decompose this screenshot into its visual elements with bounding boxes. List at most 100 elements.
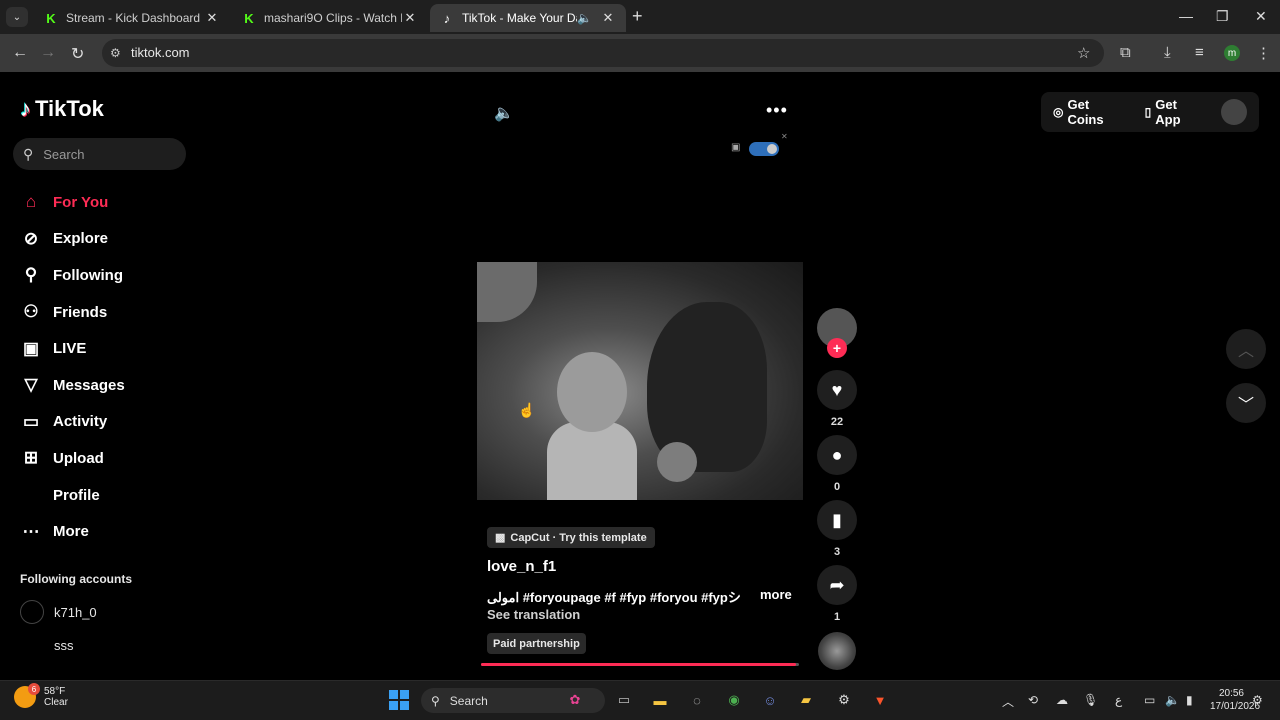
browser-menu-icon[interactable]: ⋮ [1256,44,1271,62]
search-box[interactable]: ⚲ [13,138,186,170]
browser-tab-tiktok[interactable]: ♪ TikTok - Make Your Day 🔈 ✕ [430,4,626,32]
address-url[interactable]: tiktok.com [131,45,190,60]
nav-explore[interactable]: ⊘ Explore [20,221,125,258]
more-dots-icon: ⋯ [22,521,40,541]
tulip-widget-icon[interactable]: ✿ [564,689,586,711]
tiktok-logo[interactable]: ♪ TikTok [20,96,104,122]
music-disc[interactable] [818,632,856,670]
nav-more[interactable]: ⋯ More [20,513,125,550]
reload-icon[interactable]: ↻ [71,44,84,64]
sidebar-nav: ⌂ For You ⊘ Explore ⚲ Following ⚇ Friend… [20,184,125,550]
clock-date: 17/01/2026 [1210,701,1261,712]
discord-icon[interactable]: ☺ [759,689,781,711]
user-avatar[interactable] [1221,99,1247,125]
volume-tray-icon[interactable]: 🔈 [1165,693,1180,707]
tray-chevron-up-icon[interactable]: ︿ [1002,693,1014,710]
taskbar-search-label: Search [449,693,488,708]
system-clock[interactable]: 20:56 17/01/2026 [1210,687,1261,713]
nav-live[interactable]: ▣ LIVE [20,330,125,367]
video-player[interactable] [477,262,803,500]
search-icon: ⚲ [431,693,440,708]
file-explorer-icon[interactable]: ▬ [649,689,671,711]
close-tab-icon[interactable]: ✕ [402,10,418,26]
capcut-template-chip[interactable]: ▩ CapCut · Try this template [487,527,655,548]
chrome-icon[interactable]: ◉ [723,689,745,711]
browser-tab-kick-dashboard[interactable]: K Stream - Kick Dashboard ✕ [34,4,230,32]
nav-profile[interactable]: Profile [20,477,125,514]
microphone-icon[interactable]: 🎙 [1083,693,1098,707]
compass-icon: ⊘ [23,228,39,248]
video-progress-bar[interactable] [481,663,799,666]
close-window-icon[interactable]: ✕ [1255,8,1267,25]
site-info-icon[interactable]: ⚙ [110,46,121,60]
download-icon[interactable]: ⤓ [1164,44,1171,61]
share-button[interactable]: ➦ [817,565,857,605]
browser-tab-clips[interactable]: K mashari9O Clips - Watch Live o ✕ [232,4,428,32]
search-input[interactable] [43,146,174,162]
tab-search-button[interactable]: ⌄ [6,7,28,27]
save-button[interactable]: ▮ [817,500,857,540]
media-control-icon[interactable]: ≡ [1195,44,1204,61]
task-view-icon[interactable]: ▭ [613,689,635,711]
comment-button[interactable]: ● [817,435,857,475]
cloud-off-icon[interactable]: ☁ [1056,693,1068,707]
start-button[interactable] [389,690,409,710]
bookmark-star-icon[interactable]: ☆ [1077,44,1090,62]
folder-app-icon[interactable]: ▰ [795,689,817,711]
get-app-label: Get App [1155,97,1181,127]
language-indicator[interactable]: ع [1115,693,1122,707]
minimize-icon[interactable]: — [1179,8,1193,24]
more-link[interactable]: more [760,587,792,602]
recorder-icon[interactable]: ◌ [686,689,708,711]
kick-icon: K [244,10,254,26]
live-tv-icon: ▣ [22,338,40,358]
sync-icon[interactable]: ⟲ [1028,693,1038,707]
nav-friends[interactable]: ⚇ Friends [20,294,125,331]
get-app-button[interactable]: ▯ Get App [1145,97,1205,127]
account-name: k71h_0 [54,604,97,620]
weather-widget[interactable]: 6 58°F Clear [14,683,68,708]
get-coins-button[interactable]: ◎ Get Coins [1053,97,1129,127]
volume-icon[interactable]: 🔈 [494,103,514,123]
following-account-item[interactable]: sss [54,638,74,653]
more-options-icon[interactable]: ••• [766,100,788,121]
phone-icon: ▯ [1144,105,1152,119]
post-author[interactable]: love_n_f1 [487,558,556,575]
next-video-button[interactable]: ﹀ [1226,383,1266,423]
new-tab-button[interactable]: + [632,6,643,27]
nav-upload[interactable]: ⊞ Upload [20,440,125,477]
forward-arrow-icon[interactable]: → [40,44,56,62]
network-icon[interactable]: ▭ [1144,693,1155,707]
address-bar[interactable] [102,39,1104,67]
nav-messages[interactable]: ▽ Messages [20,367,124,404]
notification-bell-icon[interactable]: ⚙ [1252,693,1263,707]
previous-video-button[interactable]: ︿ [1226,329,1266,369]
speaker-icon[interactable]: 🔈 [577,11,592,25]
nav-following[interactable]: ⚲ Following [20,257,125,294]
brave-icon[interactable]: ▼ [869,689,891,711]
tiktok-note-icon: ♪ [20,96,31,121]
back-arrow-icon[interactable]: ← [12,44,28,62]
toggle-switch[interactable] [749,142,779,156]
settings-gear-icon[interactable]: ⚙ [833,689,855,711]
battery-icon[interactable]: ▮ [1186,693,1193,707]
following-account-item[interactable]: k71h_0 [20,600,97,624]
like-button[interactable]: ♥ [817,370,857,410]
close-tab-icon[interactable]: ✕ [204,10,220,26]
extensions-icon[interactable]: ⧉ [1120,44,1131,61]
nav-for-you[interactable]: ⌂ For You [20,184,125,221]
browser-profile-avatar[interactable]: m [1224,45,1240,61]
clock-time: 20:56 [1218,688,1244,699]
restore-icon[interactable]: ❐ [1216,8,1229,25]
see-translation-link[interactable]: See translation [487,607,580,622]
nav-activity[interactable]: ▭ Activity [20,404,125,441]
close-icon[interactable]: ✕ [781,132,788,141]
chevron-up-icon: ︿ [1237,343,1254,360]
tiktok-page: ♪ TikTok ⚲ ⌂ For You ⊘ Explore ⚲ Followi… [0,72,1280,680]
user-follow-icon: ⚲ [24,265,38,285]
get-coins-label: Get Coins [1067,97,1104,127]
close-tab-icon[interactable]: ✕ [600,10,616,26]
follow-plus-button[interactable]: + [827,338,847,358]
kick-icon: K [46,10,56,26]
following-accounts-heading: Following accounts [20,572,133,586]
